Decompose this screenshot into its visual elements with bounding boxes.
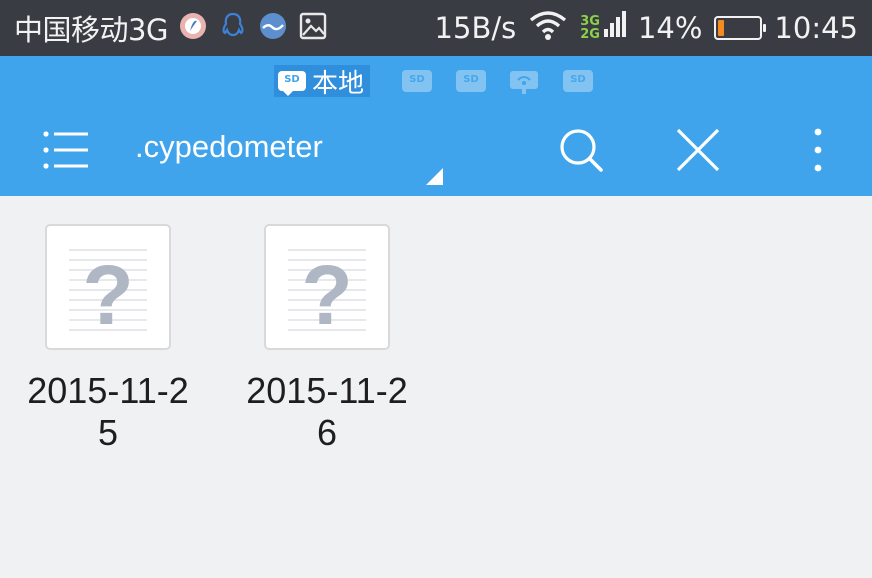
clock: 10:45 (774, 11, 858, 45)
network-type-2g: 2G (580, 27, 600, 42)
status-bar-left: 中国移动3G (14, 0, 328, 56)
battery-icon (714, 16, 767, 40)
close-icon (676, 128, 720, 172)
battery-level (718, 20, 725, 36)
unknown-file-icon: ? (264, 224, 390, 350)
file-item[interactable]: ? 2015-11-26 (232, 220, 422, 454)
file-name: 2015-11-26 (246, 370, 408, 453)
image-icon (298, 11, 328, 45)
file-grid: ? 2015-11-25 ? 2015-11-26 (0, 196, 872, 578)
app-header: SD 本地 SD SD SD .cypedometer (0, 56, 872, 196)
tab-local-storage-label: 本地 (312, 68, 365, 99)
network-storage-icon (510, 71, 538, 94)
qq-icon (218, 11, 248, 45)
path-dropdown-icon[interactable] (426, 168, 443, 185)
toolbar: .cypedometer (0, 104, 872, 196)
sd-card-icon: SD (409, 74, 425, 85)
sd-card-icon: SD (570, 74, 586, 85)
search-button[interactable] (557, 126, 605, 174)
tab-storage-2[interactable]: SD (402, 70, 432, 92)
storage-tabs: SD 本地 SD SD SD (0, 56, 872, 104)
network-type-badge: 3G 2G (580, 15, 600, 41)
weather-icon (258, 11, 288, 45)
signal-icon (603, 9, 626, 48)
svg-text:?: ? (82, 248, 133, 342)
sd-card-icon: SD (463, 74, 479, 85)
sd-card-icon: SD (278, 71, 306, 96)
tab-local-storage[interactable]: SD 本地 (274, 65, 371, 99)
menu-button[interactable] (40, 130, 92, 170)
tab-storage-5[interactable]: SD (563, 70, 593, 92)
wifi-icon (528, 9, 568, 48)
current-path[interactable]: .cypedometer (135, 129, 323, 165)
more-vertical-icon (814, 128, 822, 172)
status-bar-right: 15B/s 3G 2G 14% 10:45 (423, 0, 858, 56)
app-icon (178, 11, 208, 45)
file-item[interactable]: ? 2015-11-25 (13, 220, 203, 454)
overflow-menu-button[interactable] (794, 126, 842, 174)
search-icon (560, 129, 603, 172)
tab-network-storage[interactable] (509, 70, 539, 94)
list-menu-icon (43, 131, 88, 169)
net-speed: 15B/s (434, 11, 517, 45)
close-button[interactable] (674, 126, 722, 174)
svg-text:?: ? (301, 248, 352, 342)
tab-storage-3[interactable]: SD (456, 70, 486, 92)
carrier-name: 中国移动3G (14, 13, 168, 47)
file-name: 2015-11-25 (27, 370, 189, 453)
unknown-file-icon: ? (45, 224, 171, 350)
status-bar: 中国移动3G 15B/s 3G 2G 14% 10:45 (0, 0, 872, 56)
battery-percent: 14% (637, 11, 703, 45)
